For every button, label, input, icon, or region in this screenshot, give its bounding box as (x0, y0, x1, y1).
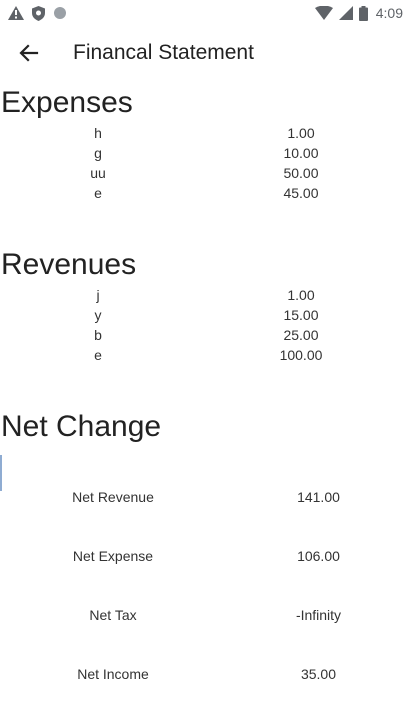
revenue-amount: 1.00 (287, 287, 315, 303)
net-revenue-value: 141.00 (297, 488, 340, 505)
status-time: 4:09 (375, 5, 403, 21)
expenses-heading: Expenses (1, 86, 133, 119)
list-item: y 15.00 (0, 305, 411, 325)
expense-amount: 45.00 (283, 185, 319, 201)
app-bar: Financal Statement (0, 26, 411, 80)
battery-icon (358, 5, 368, 21)
status-bar: 4:09 (0, 0, 411, 26)
net-expense-row: Net Expense 106.00 (0, 526, 411, 585)
list-item: e 100.00 (0, 345, 411, 365)
dot-icon (54, 7, 66, 19)
net-change-heading: Net Change (1, 410, 162, 443)
status-right-icons: 4:09 (314, 5, 403, 21)
net-change-list: Net Revenue 141.00 Net Expense 106.00 Ne… (0, 467, 411, 703)
net-expense-value: 106.00 (297, 547, 340, 564)
net-tax-label: Net Tax (89, 606, 137, 623)
expense-amount: 10.00 (283, 145, 319, 161)
net-tax-row: Net Tax -Infinity (0, 585, 411, 644)
expense-name: uu (90, 165, 106, 181)
wifi-icon (314, 6, 333, 20)
expenses-list: h 1.00 g 10.00 uu 50.00 e 45.00 (0, 123, 411, 203)
list-item: uu 50.00 (0, 163, 411, 183)
page-title: Financal Statement (73, 41, 254, 64)
revenue-name: e (94, 347, 102, 363)
shield-icon (32, 5, 45, 21)
net-expense-label: Net Expense (72, 547, 154, 564)
revenue-amount: 100.00 (279, 347, 323, 363)
revenue-name: b (94, 327, 102, 343)
net-tax-value: -Infinity (295, 606, 342, 623)
arrow-left-icon (19, 44, 39, 62)
revenues-list: j 1.00 y 15.00 b 25.00 e 100.00 (0, 285, 411, 365)
list-item: b 25.00 (0, 325, 411, 345)
net-income-row: Net Income 35.00 (0, 644, 411, 703)
revenue-name: y (94, 307, 102, 323)
warning-icon (8, 6, 24, 20)
list-item: g 10.00 (0, 143, 411, 163)
back-button[interactable] (1, 26, 57, 80)
expense-amount: 1.00 (287, 125, 315, 141)
status-left-icons (8, 5, 67, 21)
net-revenue-label: Net Revenue (72, 488, 154, 505)
expense-name: g (94, 145, 102, 161)
net-revenue-row: Net Revenue 141.00 (0, 467, 411, 526)
revenues-heading: Revenues (1, 248, 137, 281)
revenue-name: j (96, 287, 100, 303)
net-income-label: Net Income (77, 665, 149, 682)
list-item: j 1.00 (0, 285, 411, 305)
list-item: e 45.00 (0, 183, 411, 203)
scroll-edge-indicator (0, 455, 2, 491)
expense-name: h (94, 125, 102, 141)
expense-name: e (94, 185, 102, 201)
revenue-amount: 15.00 (283, 307, 319, 323)
revenue-amount: 25.00 (283, 327, 319, 343)
list-item: h 1.00 (0, 123, 411, 143)
signal-icon (338, 6, 353, 20)
net-income-value: 35.00 (300, 665, 337, 682)
expense-amount: 50.00 (283, 165, 319, 181)
